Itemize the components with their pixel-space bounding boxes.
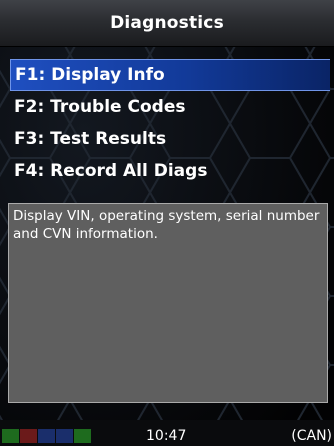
menu-item-display-info[interactable]: F1: Display Info [10, 59, 330, 91]
page-title: Diagnostics [110, 13, 224, 33]
clock-time: 10:47 [146, 428, 187, 444]
status-indicators [2, 428, 92, 443]
diagnostics-screen: Diagnostics F1: Display Info F2: Trouble… [0, 0, 334, 446]
status-led-1 [2, 429, 19, 443]
menu-item-trouble-codes[interactable]: F2: Trouble Codes [10, 91, 330, 123]
description-text: Display VIN, operating system, serial nu… [13, 208, 320, 242]
status-led-3 [38, 429, 55, 443]
status-led-5 [74, 429, 91, 443]
protocol-indicator: (CAN) [291, 428, 332, 444]
title-bar: Diagnostics [0, 0, 334, 47]
menu-item-test-results[interactable]: F3: Test Results [10, 123, 330, 155]
status-bar: 10:47 (CAN) [0, 420, 334, 446]
diagnostics-menu: F1: Display Info F2: Trouble Codes F3: T… [10, 59, 330, 187]
status-led-4 [56, 429, 73, 443]
status-led-2 [20, 429, 37, 443]
description-panel: Display VIN, operating system, serial nu… [8, 203, 328, 403]
menu-item-record-all-diags[interactable]: F4: Record All Diags [10, 155, 330, 187]
